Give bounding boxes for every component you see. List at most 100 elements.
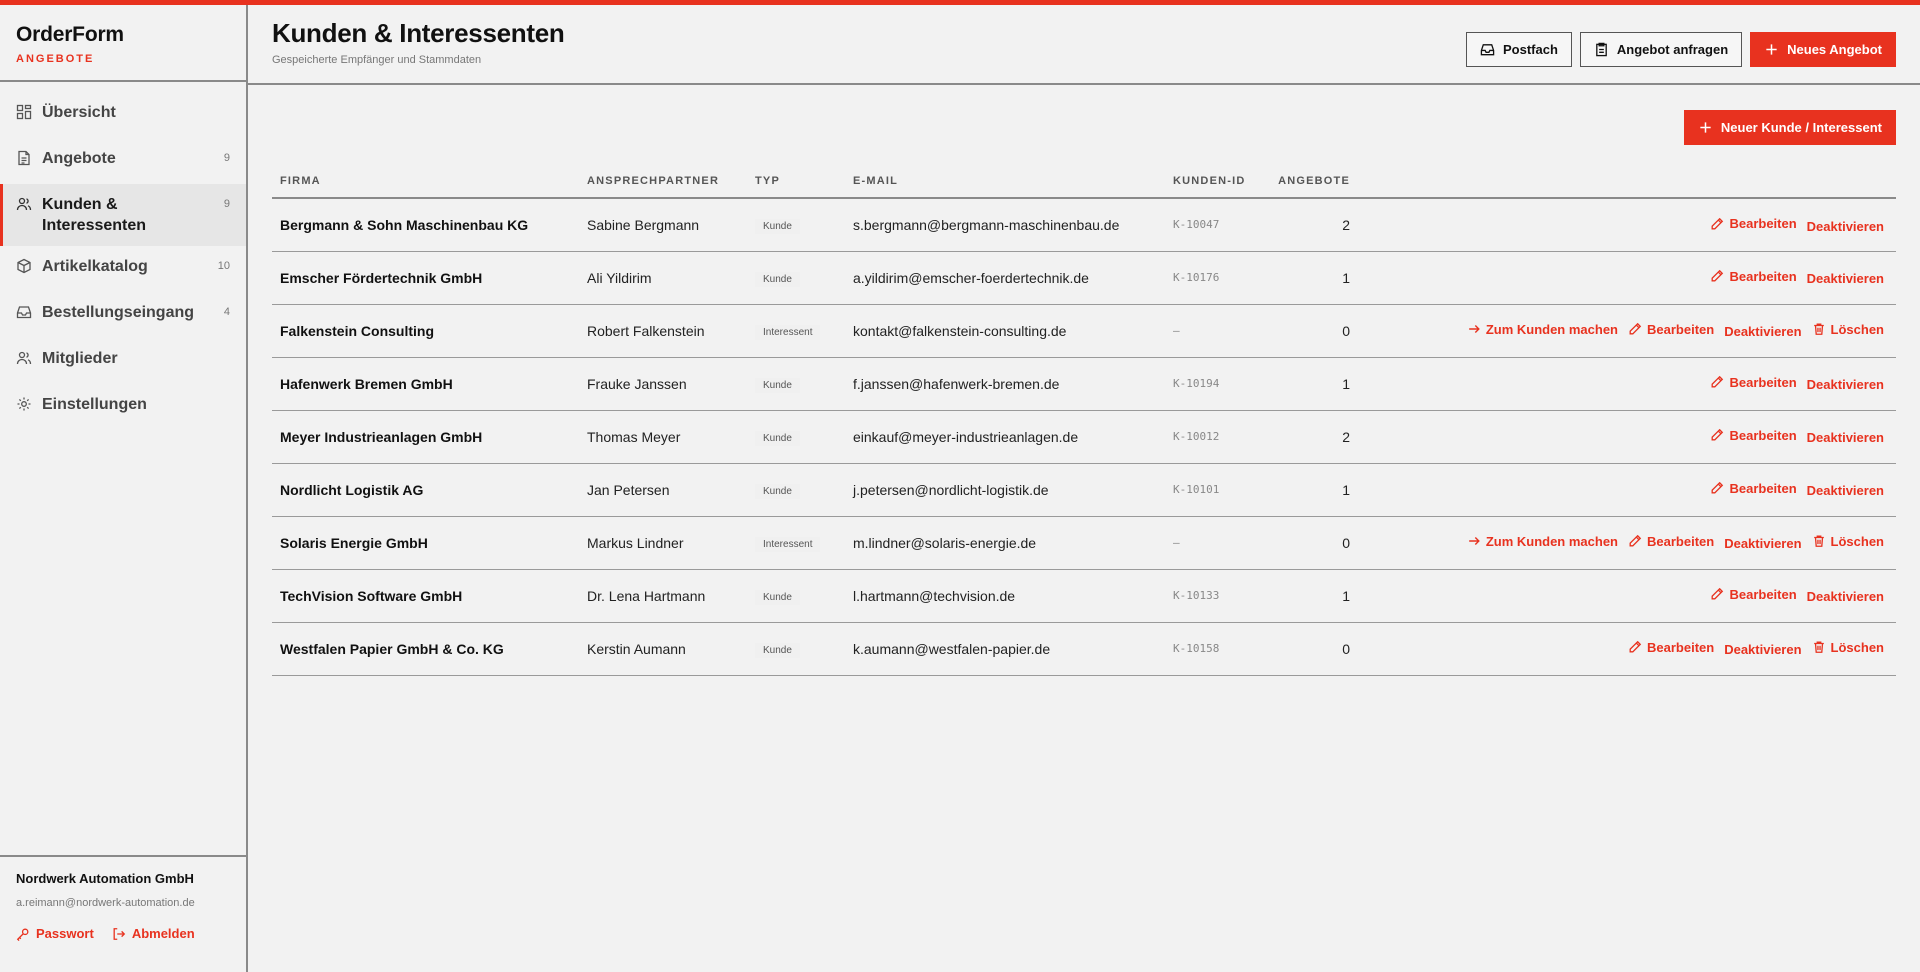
cell-firma: Hafenwerk Bremen GmbH — [272, 357, 579, 411]
cell-firma: Westfalen Papier GmbH & Co. KG — [272, 622, 579, 676]
deactivate-button[interactable]: Deaktivieren — [1807, 271, 1884, 286]
deactivate-button[interactable]: Deaktivieren — [1724, 642, 1801, 657]
cell-typ: Kunde — [747, 357, 845, 411]
deactivate-button[interactable]: Deaktivieren — [1724, 536, 1801, 551]
cell-ansprechpartner: Ali Yildirim — [579, 251, 747, 305]
pencil-icon — [1712, 429, 1724, 441]
sidebar-item-label: Mitglieder — [42, 350, 118, 367]
deactivate-label: Deaktivieren — [1806, 218, 1884, 234]
cell-email: l.hartmann@techvision.de — [845, 569, 1165, 623]
delete-button[interactable]: Löschen — [1812, 322, 1884, 337]
password-link[interactable]: Passwort — [16, 926, 94, 941]
box-icon — [16, 258, 32, 274]
cell-typ: Kunde — [747, 251, 845, 305]
convert-to-customer-button[interactable]: Zum Kunden machen — [1467, 534, 1618, 549]
table-row[interactable]: Meyer Industrieanlagen GmbH Thomas Meyer K… — [272, 410, 1896, 464]
edit-button[interactable]: Bearbeiten — [1710, 481, 1797, 496]
table-row[interactable]: Nordlicht Logistik AG Jan Petersen Kunde j.… — [272, 463, 1896, 517]
table-row[interactable]: Falkenstein Consulting Robert Falkenstein… — [272, 304, 1896, 358]
sidebar-item-label: Artikelkatalog — [42, 258, 148, 275]
table-row[interactable]: Solaris Energie GmbH Markus Lindner Intere… — [272, 516, 1896, 570]
cell-firma: Nordlicht Logistik AG — [272, 463, 579, 517]
column-header-firma[interactable]: FIRMA — [272, 165, 579, 199]
cell-actions: Bearbeiten Deaktivieren — [1358, 357, 1896, 411]
neues-angebot-button[interactable]: Neues Angebot — [1750, 32, 1896, 67]
cell-angebote: 1 — [1270, 569, 1358, 623]
logout-label: Abmelden — [131, 926, 195, 941]
deactivate-label: Deaktivieren — [1724, 642, 1802, 658]
cell-ansprechpartner: Robert Falkenstein — [579, 304, 747, 358]
arrow-right-icon — [1469, 537, 1480, 546]
logout-link[interactable]: Abmelden — [112, 926, 195, 941]
convert-label: Zum Kunden machen — [1485, 533, 1618, 549]
edit-button[interactable]: Bearbeiten — [1710, 216, 1797, 231]
deactivate-label: Deaktivieren — [1806, 430, 1884, 446]
table-row[interactable]: Westfalen Papier GmbH & Co. KG Kerstin Au… — [272, 622, 1896, 676]
sidebar-item-uebersicht[interactable]: Übersicht — [0, 92, 246, 138]
column-header-email[interactable]: E-MAIL — [845, 165, 1165, 199]
new-customer-button[interactable]: Neuer Kunde / Interessent — [1683, 110, 1896, 145]
cell-firma: TechVision Software GmbH — [272, 569, 579, 623]
cell-ansprechpartner: Markus Lindner — [579, 516, 747, 570]
gear-icon — [16, 396, 32, 412]
edit-button[interactable]: Bearbeiten — [1628, 534, 1714, 549]
deactivate-button[interactable]: Deaktivieren — [1724, 324, 1801, 339]
table-row[interactable]: Emscher Fördertechnik GmbH Ali Yildirim Ku… — [272, 251, 1896, 305]
cell-email: m.lindner@solaris-energie.de — [845, 516, 1165, 570]
sidebar-item-count: 10 — [217, 260, 230, 272]
edit-button[interactable]: Bearbeiten — [1710, 428, 1797, 443]
cell-kunden-id: K-10133 — [1165, 569, 1270, 623]
delete-button[interactable]: Löschen — [1812, 640, 1884, 655]
table-row[interactable]: TechVision Software GmbH Dr. Lena Hartman… — [272, 569, 1896, 623]
organization-name: Nordwerk Automation GmbH — [16, 871, 194, 886]
edit-button[interactable]: Bearbeiten — [1710, 375, 1797, 390]
edit-button[interactable]: Bearbeiten — [1710, 269, 1797, 284]
page-header: Kunden & Interessenten Gespeicherte Empf… — [248, 5, 1920, 85]
inbox-icon — [16, 304, 32, 320]
sidebar-item-label: Bestellungseingang — [42, 304, 195, 321]
column-header-angebote[interactable]: ANGEBOTE — [1270, 165, 1358, 199]
deactivate-button[interactable]: Deaktivieren — [1807, 430, 1884, 445]
convert-to-customer-button[interactable]: Zum Kunden machen — [1467, 322, 1618, 337]
cell-angebote: 1 — [1270, 357, 1358, 411]
cell-actions: Zum Kunden machen Bearbeiten Deaktivieren L… — [1358, 516, 1896, 570]
column-header-typ[interactable]: TYP — [747, 165, 845, 199]
cell-kunden-id: K-10194 — [1165, 357, 1270, 411]
deactivate-button[interactable]: Deaktivieren — [1807, 589, 1884, 604]
cell-email: einkauf@meyer-industrieanlagen.de — [845, 410, 1165, 464]
table-row[interactable]: Bergmann & Sohn Maschinenbau KG Sabine Be… — [272, 198, 1896, 252]
cell-email: s.bergmann@bergmann-maschinenbau.de — [845, 198, 1165, 252]
type-badge: Kunde — [755, 218, 800, 234]
deactivate-button[interactable]: Deaktivieren — [1807, 483, 1884, 498]
cell-angebote: 0 — [1270, 516, 1358, 570]
sidebar-item-angebote[interactable]: Angebote 9 — [0, 138, 246, 184]
type-badge: Interessent — [755, 536, 821, 552]
deactivate-button[interactable]: Deaktivieren — [1807, 377, 1884, 392]
postfach-label: Postfach — [1503, 42, 1558, 57]
cell-email: k.aumann@westfalen-papier.de — [845, 622, 1165, 676]
cell-typ: Kunde — [747, 569, 845, 623]
trash-icon — [1813, 535, 1824, 548]
edit-button[interactable]: Bearbeiten — [1628, 640, 1714, 655]
edit-button[interactable]: Bearbeiten — [1710, 587, 1797, 602]
delete-button[interactable]: Löschen — [1812, 534, 1884, 549]
sidebar-item-einstellungen[interactable]: Einstellungen — [0, 384, 246, 430]
cell-typ: Kunde — [747, 622, 845, 676]
sidebar-item-mitglieder[interactable]: Mitglieder — [0, 338, 246, 384]
sidebar-item-kunden[interactable]: Kunden & Interessenten 9 — [0, 184, 246, 246]
deactivate-button[interactable]: Deaktivieren — [1807, 219, 1884, 234]
sidebar-item-bestellungseingang[interactable]: Bestellungseingang 4 — [0, 292, 246, 338]
sidebar-item-count: 4 — [223, 306, 230, 318]
cell-ansprechpartner: Kerstin Aumann — [579, 622, 747, 676]
angebot-anfragen-button[interactable]: Angebot anfragen — [1579, 32, 1743, 67]
column-header-ansprechpartner[interactable]: ANSPRECHPARTNER — [579, 165, 747, 199]
edit-button[interactable]: Bearbeiten — [1628, 322, 1714, 337]
column-header-kunden-id[interactable]: KUNDEN-ID — [1165, 165, 1270, 199]
cell-email: j.petersen@nordlicht-logistik.de — [845, 463, 1165, 517]
sidebar-item-artikelkatalog[interactable]: Artikelkatalog 10 — [0, 246, 246, 292]
cell-email: f.janssen@hafenwerk-bremen.de — [845, 357, 1165, 411]
postfach-button[interactable]: Postfach — [1466, 32, 1572, 67]
cell-ansprechpartner: Dr. Lena Hartmann — [579, 569, 747, 623]
table-row[interactable]: Hafenwerk Bremen GmbH Frauke Janssen Kunde… — [272, 357, 1896, 411]
sidebar-item-label: Angebote — [42, 150, 116, 167]
